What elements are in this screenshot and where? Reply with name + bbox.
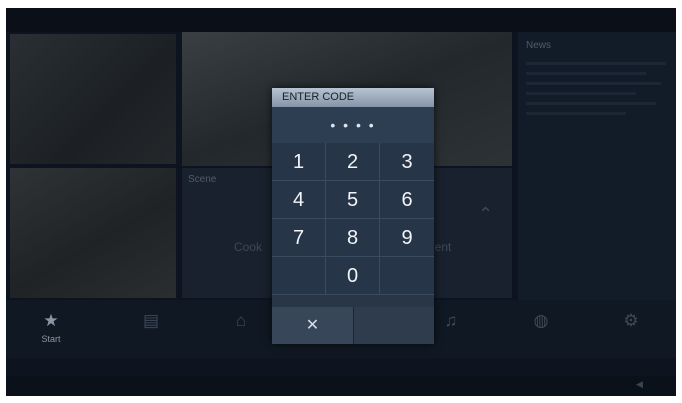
news-label: News [526,40,552,51]
top-bar [6,8,676,32]
key-1[interactable]: 1 [272,143,326,181]
speaker-icon: ♫ [444,311,458,330]
news-line [526,102,656,105]
news-line [526,62,666,65]
keypad: 1 2 3 4 5 6 7 8 9 0 [272,143,434,307]
key-5[interactable]: 5 [326,181,380,219]
key-0[interactable]: 0 [326,257,380,295]
key-3[interactable]: 3 [380,143,434,181]
scene-item-right[interactable]: ient [432,240,451,254]
news-panel[interactable]: News [518,32,676,300]
calendar-icon: ▤ [142,311,160,330]
key-2[interactable]: 2 [326,143,380,181]
nav-item-globe[interactable]: ◍ [496,300,586,358]
key-8[interactable]: 8 [326,219,380,257]
confirm-button[interactable] [354,307,434,344]
camera-tile-1[interactable] [10,34,176,164]
news-line [526,92,636,95]
news-line [526,112,626,115]
code-display: • • • • [272,107,434,143]
key-blank-left [272,257,326,295]
chevron-up-icon[interactable]: ⌃ [478,204,493,225]
speaker-icon[interactable]: ◀ [636,379,643,390]
device-frame: Scene Cook ient ⌃ News ★ Start ▤ ⌂ ♫ ◍ ⚙… [0,0,682,403]
scene-label: Scene [188,174,217,185]
key-9[interactable]: 9 [380,219,434,257]
status-bar: ◀ [6,376,676,396]
key-7[interactable]: 7 [272,219,326,257]
dialog-title: ENTER CODE [282,91,355,103]
nav-item-calendar[interactable]: ▤ [106,300,196,358]
screen: Scene Cook ient ⌃ News ★ Start ▤ ⌂ ♫ ◍ ⚙… [6,8,676,396]
nav-start-label: Start [41,334,61,344]
gear-icon: ⚙ [623,311,639,330]
nav-start[interactable]: ★ Start [6,300,96,358]
news-line [526,82,661,85]
nav-item-settings[interactable]: ⚙ [586,300,676,358]
enter-code-dialog: ENTER CODE • • • • 1 2 3 4 5 6 7 8 9 0 ✕ [272,88,434,344]
clear-button[interactable]: ✕ [272,307,353,344]
home-icon: ⌂ [235,311,247,330]
globe-icon: ◍ [533,311,549,330]
dialog-actions: ✕ [272,307,434,344]
camera-tile-3[interactable] [10,168,176,298]
key-blank-right [380,257,434,295]
news-line [526,72,646,75]
key-6[interactable]: 6 [380,181,434,219]
star-icon: ★ [43,311,59,330]
dialog-title-bar: ENTER CODE [272,88,434,107]
close-icon: ✕ [305,317,320,334]
key-4[interactable]: 4 [272,181,326,219]
scene-item-cook[interactable]: Cook [234,240,262,254]
